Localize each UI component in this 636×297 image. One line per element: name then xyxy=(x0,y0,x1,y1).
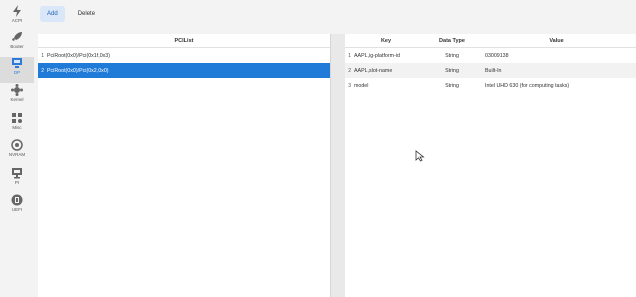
sidebar: ACPI Booter DP Kernel Misc NVRAM PI UEFI xyxy=(0,0,34,297)
type-column-header[interactable]: Data Type xyxy=(427,38,477,44)
property-row[interactable]: 1 AAPL,ig-platform-id String 03009138 xyxy=(345,48,636,63)
row-index: 1 xyxy=(348,52,351,59)
property-type: String xyxy=(445,52,459,59)
sidebar-item-label: Misc xyxy=(12,125,22,130)
mouse-cursor-icon xyxy=(415,150,425,162)
delete-button[interactable]: Delete xyxy=(71,6,102,22)
row-index: 2 xyxy=(41,67,44,74)
rocket-icon xyxy=(12,32,22,41)
sidebar-item-uefi[interactable]: UEFI xyxy=(0,194,34,220)
property-type: String xyxy=(445,67,459,74)
property-value: 03009138 xyxy=(485,52,509,59)
sidebar-item-label: Kernel xyxy=(10,97,24,102)
property-value: Intel UHD 630 (for computing tasks) xyxy=(485,82,570,89)
panel-divider[interactable] xyxy=(331,34,345,297)
sidebar-item-label: PI xyxy=(14,180,20,185)
property-key: AAPL,ig-platform-id xyxy=(354,52,400,59)
key-header-label: Key xyxy=(380,37,392,44)
add-button[interactable]: Add xyxy=(40,6,65,22)
value-column-header[interactable]: Value xyxy=(477,38,636,44)
kernel-icon xyxy=(11,84,23,96)
pci-path: PciRoot(0x0)/Pci(0x2,0x0) xyxy=(47,67,109,74)
pci-list-row-selected[interactable]: 2 PciRoot(0x0)/Pci(0x2,0x0) xyxy=(38,63,330,78)
toolbar: Add Delete xyxy=(40,6,102,24)
pci-path: PciRoot(0x0)/Pci(0x1f,0x3) xyxy=(47,52,110,59)
property-value: Built-In xyxy=(485,67,502,74)
key-column-header[interactable]: Key xyxy=(345,38,427,44)
sidebar-item-label: DP xyxy=(13,70,21,75)
nvram-icon xyxy=(11,139,23,151)
sidebar-item-label: UEFI xyxy=(11,207,23,212)
property-key: AAPL,slot-name xyxy=(354,67,393,74)
sidebar-item-acpi[interactable]: ACPI xyxy=(0,5,34,31)
property-row[interactable]: 3 model String Intel UHD 630 (for comput… xyxy=(345,78,636,93)
sidebar-item-label: NVRAM xyxy=(8,152,26,157)
misc-icon xyxy=(12,113,22,123)
sidebar-item-nvram[interactable]: NVRAM xyxy=(0,139,34,165)
display-icon xyxy=(12,58,22,68)
sidebar-item-label: Booter xyxy=(10,44,24,49)
row-index: 1 xyxy=(41,52,44,59)
property-key: model xyxy=(354,82,369,89)
sidebar-item-label: ACPI xyxy=(11,18,23,23)
row-index: 3 xyxy=(348,82,351,89)
pci-list-row[interactable]: 1 PciRoot(0x0)/Pci(0x1f,0x3) xyxy=(38,48,330,63)
properties-header: Key Data Type Value xyxy=(345,34,636,48)
sidebar-item-kernel[interactable]: Kernel xyxy=(0,84,34,110)
properties-panel: Key Data Type Value 1 AAPL,ig-platform-i… xyxy=(345,34,636,297)
pci-list-panel: PCIList 1 PciRoot(0x0)/Pci(0x1f,0x3) 2 P… xyxy=(38,34,331,297)
property-row[interactable]: 2 AAPL,slot-name String Built-In xyxy=(345,63,636,78)
property-type: String xyxy=(445,82,459,89)
platforminfo-icon xyxy=(12,168,22,179)
lightning-icon xyxy=(13,5,21,17)
sidebar-item-dp[interactable]: DP xyxy=(0,57,34,83)
pci-list-header-label: PCIList xyxy=(174,37,194,44)
pci-list-header: PCIList xyxy=(38,34,330,48)
uefi-icon xyxy=(11,194,23,206)
sidebar-item-booter[interactable]: Booter xyxy=(0,31,34,57)
sidebar-item-pi[interactable]: PI xyxy=(0,167,34,193)
row-index: 2 xyxy=(348,67,351,74)
sidebar-item-misc[interactable]: Misc xyxy=(0,112,34,138)
